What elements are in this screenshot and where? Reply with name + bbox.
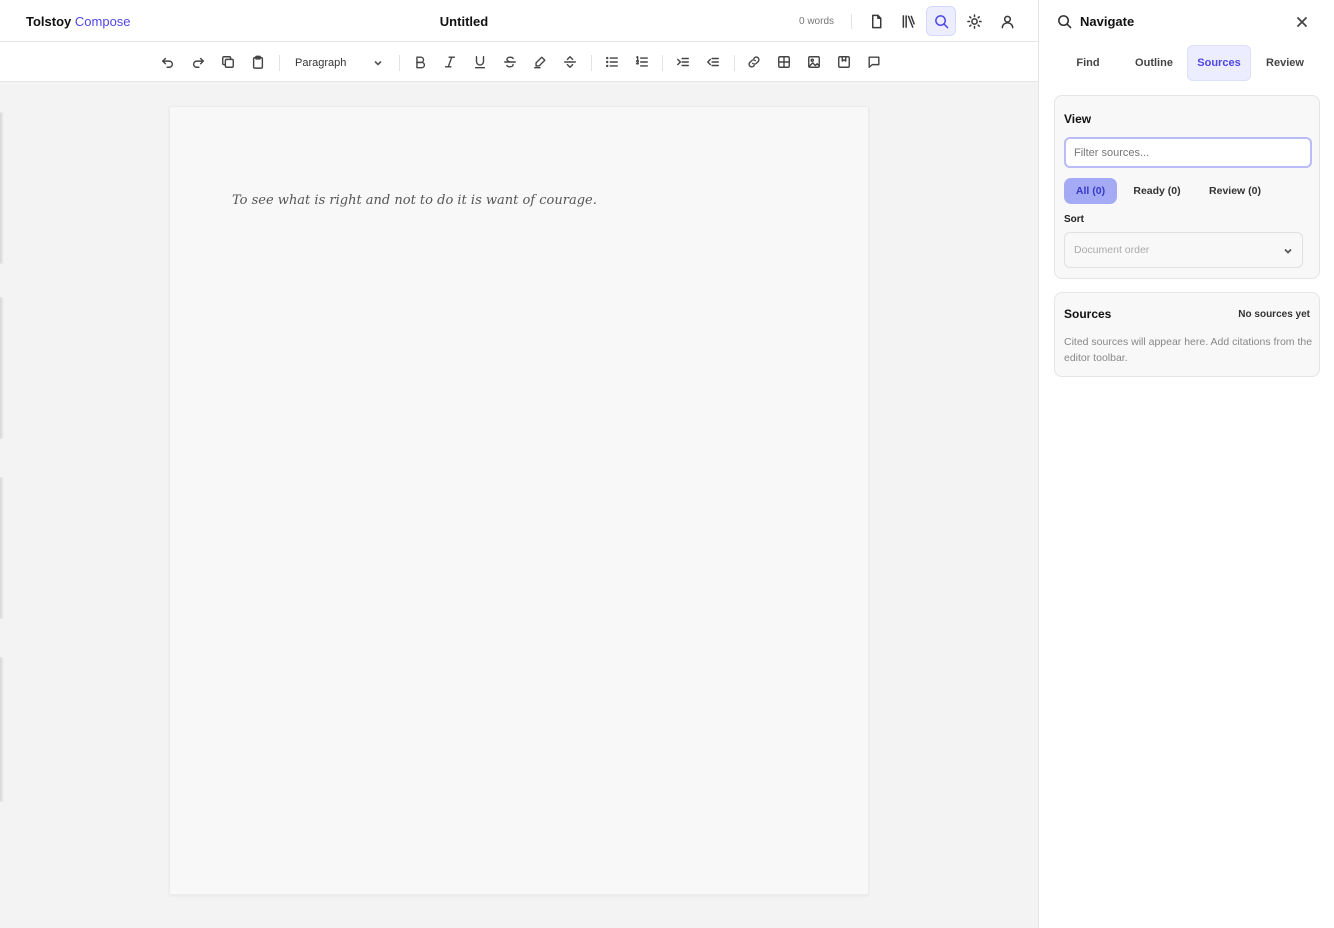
highlight-button[interactable]: [528, 50, 552, 74]
indent-icon: [677, 57, 689, 67]
toolbar-divider: [279, 55, 280, 71]
page-edge-shadow: [0, 657, 4, 802]
sources-empty-message: Cited sources will appear here. Add cita…: [1064, 336, 1313, 364]
bullet-list-button[interactable]: [600, 50, 624, 74]
page-edge-shadow: [0, 112, 4, 264]
document-page[interactable]: To see what is right and not to do it is…: [169, 106, 869, 895]
theme-toggle-button[interactable]: [959, 6, 989, 36]
sort-label: Sort: [1064, 214, 1084, 225]
copy-button[interactable]: [216, 50, 240, 74]
filter-sources-input[interactable]: [1064, 137, 1312, 168]
sources-heading: Sources: [1064, 307, 1112, 321]
sources-status: No sources yet: [1238, 309, 1310, 320]
link-button[interactable]: [742, 50, 766, 74]
library-icon: [902, 14, 915, 28]
paste-button[interactable]: [246, 50, 270, 74]
strikethrough-button[interactable]: [498, 50, 522, 74]
strikethrough-icon: [504, 56, 516, 68]
highlighter-icon: [534, 56, 546, 69]
undo-button[interactable]: [156, 50, 180, 74]
search-icon: [934, 14, 948, 28]
bold-icon: [416, 56, 426, 69]
document-paragraph[interactable]: To see what is right and not to do it is…: [232, 193, 597, 208]
formatting-toolbar: Paragraph: [0, 42, 1038, 82]
panel-title: Navigate: [1080, 14, 1135, 29]
redo-button[interactable]: [186, 50, 210, 74]
numbered-list-icon: [635, 56, 648, 67]
underline-icon: [474, 56, 486, 69]
sun-icon: [966, 13, 982, 29]
bookmark-icon: [838, 56, 850, 68]
bookmark-button[interactable]: [832, 50, 856, 74]
bold-button[interactable]: [408, 50, 432, 74]
editor-canvas: To see what is right and not to do it is…: [0, 82, 1038, 928]
top-bar: Tolstoy Compose Untitled 0 words: [0, 0, 1038, 42]
sources-card: Sources No sources yet Cited sources wil…: [1054, 292, 1320, 377]
undo-icon: [162, 57, 173, 68]
italic-icon: [444, 56, 456, 68]
toolbar-divider: [591, 55, 592, 71]
indent-button[interactable]: [671, 50, 695, 74]
italic-button[interactable]: [438, 50, 462, 74]
library-button[interactable]: [893, 6, 923, 36]
divider: [851, 14, 852, 29]
tab-review[interactable]: Review: [1253, 45, 1317, 81]
divider-icon: [564, 56, 576, 68]
navigate-panel: Navigate Find Outline Sources Review Vie…: [1038, 0, 1334, 928]
clipboard-icon: [252, 55, 264, 69]
toolbar-divider: [734, 55, 735, 71]
image-icon: [808, 56, 820, 68]
underline-button[interactable]: [468, 50, 492, 74]
outdent-icon: [707, 57, 719, 67]
view-heading: View: [1064, 112, 1092, 126]
image-button[interactable]: [802, 50, 826, 74]
word-count: 0 words: [799, 16, 835, 27]
redo-icon: [193, 57, 204, 68]
tab-sources[interactable]: Sources: [1187, 45, 1251, 81]
toolbar-divider: [399, 55, 400, 71]
numbered-list-button[interactable]: [630, 50, 654, 74]
panel-tabs: Find Outline Sources Review: [1039, 45, 1334, 81]
view-card: View All (0) Ready (0) Review (0) Sort D…: [1054, 95, 1320, 279]
comment-icon: [868, 56, 880, 68]
table-button[interactable]: [772, 50, 796, 74]
panel-header: Navigate: [1039, 0, 1334, 42]
user-icon: [1001, 15, 1013, 28]
page-edge-shadow: [0, 477, 4, 619]
chevron-down-icon: [1284, 248, 1292, 254]
search-icon: [1057, 14, 1072, 29]
account-button[interactable]: [992, 6, 1022, 36]
tab-outline[interactable]: Outline: [1123, 45, 1185, 81]
filter-chip-review[interactable]: Review (0): [1199, 178, 1271, 204]
close-icon: [1297, 17, 1307, 27]
block-style-value: Paragraph: [295, 57, 347, 69]
link-icon: [748, 56, 760, 68]
document-button[interactable]: [861, 6, 891, 36]
chevron-down-icon: [374, 60, 382, 66]
page-edge-shadow: [0, 297, 4, 439]
filter-chip-ready[interactable]: Ready (0): [1125, 178, 1189, 204]
comment-button[interactable]: [862, 50, 886, 74]
toolbar-divider: [662, 55, 663, 71]
block-style-select[interactable]: Paragraph: [289, 52, 389, 74]
filter-chip-all[interactable]: All (0): [1064, 178, 1117, 204]
document-title[interactable]: Untitled: [0, 14, 928, 29]
sort-value: Document order: [1074, 244, 1150, 256]
search-button[interactable]: [926, 6, 956, 36]
copy-icon: [222, 56, 234, 68]
tab-find[interactable]: Find: [1057, 45, 1119, 81]
close-panel-button[interactable]: [1292, 12, 1312, 32]
bullet-list-icon: [605, 56, 618, 68]
document-icon: [871, 14, 881, 28]
table-icon: [778, 56, 790, 68]
outdent-button[interactable]: [701, 50, 725, 74]
clear-format-button[interactable]: [558, 50, 582, 74]
sort-select[interactable]: Document order: [1064, 232, 1303, 268]
